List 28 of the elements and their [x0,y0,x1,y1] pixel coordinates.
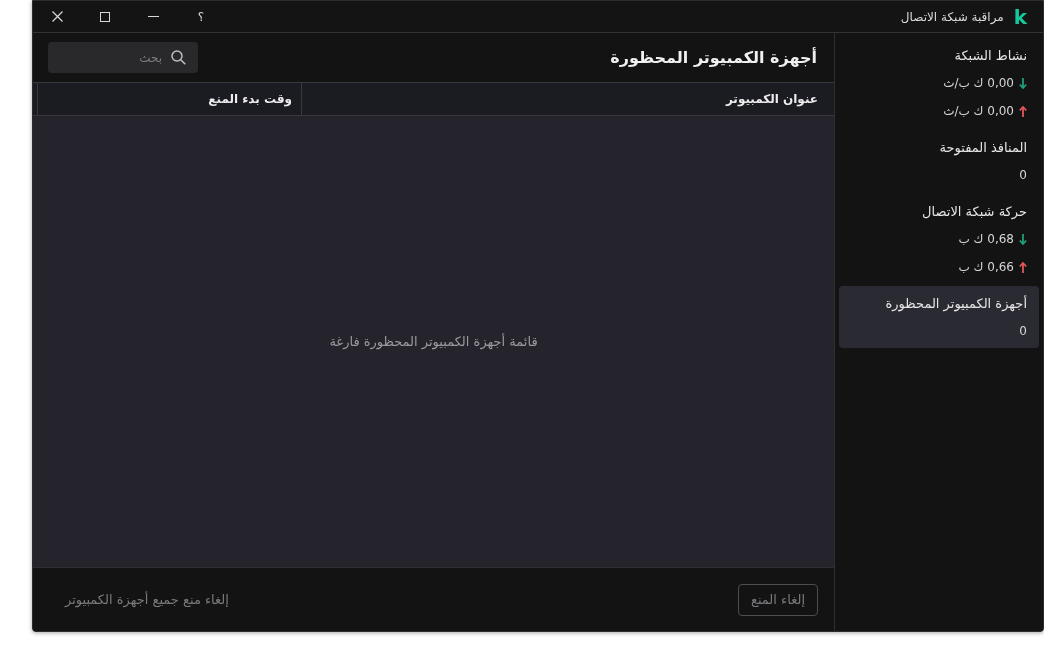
app-logo: k [1013,6,1027,27]
minimize-icon [147,16,159,17]
maximize-icon [100,11,110,22]
search-field[interactable]: بحث [48,42,198,73]
up-arrow-icon [1019,261,1027,273]
sidebar-item-value: 0 [1019,324,1027,338]
close-icon [51,11,63,22]
sidebar-item-value: 0,00 ك ب/ث [943,104,1014,118]
sidebar-item[interactable]: نشاط الشبكة 0,00 ك ب/ث 0,00 ك ب/ث [839,38,1039,128]
down-arrow-icon [1019,77,1027,89]
sidebar-item-value: 0,00 ك ب/ث [943,76,1014,90]
down-arrow-icon [1019,233,1027,245]
column-header[interactable]: عنوان الكمبيوتر [301,83,834,115]
window-title: مراقبة شبكة الاتصال [900,9,1004,24]
sidebar-item-title: أجهزة الكمبيوتر المحظورة [885,295,1027,311]
sidebar-item-value: 0,66 ك ب [958,260,1014,274]
sidebar-item[interactable]: حركة شبكة الاتصال 0,68 ك ب 0,66 ك ب [839,194,1039,284]
sidebar-item-title: نشاط الشبكة [954,47,1027,63]
page-title: أجهزة الكمبيوتر المحظورة [610,48,817,67]
sidebar-item-value: 0,68 ك ب [958,232,1014,246]
sidebar-item-value: 0 [1019,168,1027,182]
search-icon [171,50,186,65]
help-button[interactable]: ؟ [177,1,225,32]
sidebar-item-title: حركة شبكة الاتصال [922,203,1027,219]
empty-list-message: قائمة أجهزة الكمبيوتر المحظورة فارغة [329,334,538,349]
up-arrow-icon [1019,105,1027,117]
column-header[interactable]: وقت بدء المنع [37,83,301,115]
sidebar-item-title: المنافذ المفتوحة [939,139,1027,155]
